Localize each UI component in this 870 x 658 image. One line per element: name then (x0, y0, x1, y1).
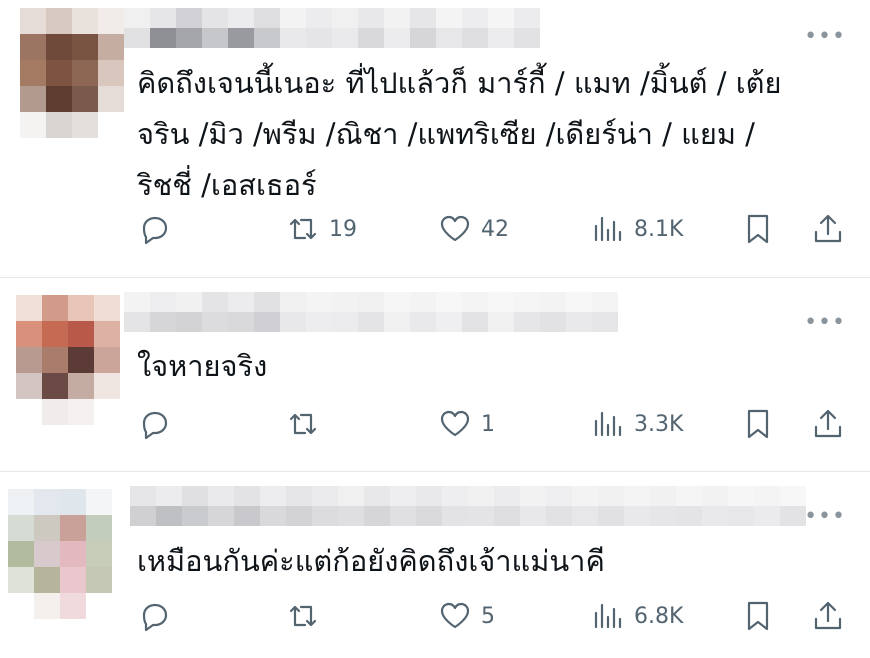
retweet-count: 19 (329, 216, 357, 242)
reply-icon (142, 411, 168, 440)
like-button[interactable]: 5 (437, 596, 495, 636)
heart-icon (440, 410, 470, 437)
share-button[interactable] (810, 596, 846, 636)
reply-tweet-2[interactable]: ••• ใจหายจริง 1 3.3K (0, 278, 870, 471)
bookmark-button[interactable] (740, 596, 776, 636)
reply-tweet-3[interactable]: ••• เหมือนกันค่ะแต่ก้อยังคิดถึงเจ้าแม่นา… (0, 472, 870, 658)
reply-button[interactable] (137, 404, 173, 444)
retweet-icon (289, 413, 317, 435)
views-button[interactable]: 3.3K (590, 404, 683, 444)
author-name-blurred[interactable] (124, 8, 540, 48)
like-count: 1 (481, 411, 495, 437)
heart-icon (440, 602, 470, 629)
reply-text-line: ใจหายจริง (137, 349, 268, 383)
views-button[interactable]: 6.8K (590, 596, 683, 636)
more-options-icon[interactable]: ••• (804, 506, 846, 528)
retweet-icon (289, 605, 317, 627)
views-count: 8.1K (634, 216, 684, 242)
avatar[interactable] (20, 8, 124, 138)
share-button[interactable] (810, 404, 846, 444)
like-count: 42 (481, 216, 509, 242)
author-name-blurred[interactable] (130, 486, 806, 526)
reply-icon (142, 603, 168, 632)
share-icon (814, 214, 842, 243)
retweet-button[interactable]: 19 (285, 209, 357, 249)
bookmark-icon (747, 409, 769, 439)
reply-button[interactable] (137, 596, 173, 636)
more-options-icon[interactable]: ••• (804, 312, 846, 334)
reply-text-line: จริน /มิว /พรีม /ณิชา /แพทริเซีย /เดียร์… (137, 117, 755, 151)
views-button[interactable]: 8.1K (590, 209, 683, 249)
reply-text: ใจหายจริง (137, 341, 267, 392)
share-icon (814, 601, 842, 630)
reply-tweet-1[interactable]: ••• คิดถึงเจนนี้เนอะ ที่ไปแล้วก็ มาร์กี้… (0, 0, 870, 277)
views-chart-icon (594, 216, 622, 242)
bookmark-icon (747, 214, 769, 244)
views-count: 3.3K (634, 411, 684, 437)
reply-text-line: เหมือนกันค่ะแต่ก้อยังคิดถึงเจ้าแม่นาคี (137, 544, 605, 578)
like-count: 5 (481, 603, 495, 629)
action-bar: 1 3.3K (0, 404, 870, 444)
retweet-button[interactable] (285, 596, 329, 636)
action-bar: 5 6.8K (0, 596, 870, 636)
reply-button[interactable] (137, 209, 173, 249)
views-count: 6.8K (634, 603, 684, 629)
reply-text: คิดถึงเจนนี้เนอะ ที่ไปแล้วก็ มาร์กี้ / แ… (137, 58, 781, 211)
retweet-icon (289, 218, 317, 240)
like-button[interactable]: 42 (437, 209, 509, 249)
more-options-icon[interactable]: ••• (804, 26, 846, 48)
heart-icon (440, 215, 470, 242)
reply-text: เหมือนกันค่ะแต่ก้อยังคิดถึงเจ้าแม่นาคี (137, 536, 605, 587)
share-button[interactable] (810, 209, 846, 249)
author-name-blurred[interactable] (124, 292, 618, 332)
bookmark-button[interactable] (740, 209, 776, 249)
like-button[interactable]: 1 (437, 404, 495, 444)
share-icon (814, 409, 842, 438)
bookmark-button[interactable] (740, 404, 776, 444)
reply-icon (142, 216, 168, 245)
action-bar: 19 42 8.1K (0, 209, 870, 249)
reply-text-line: ริชชี่ /เอสเธอร์ (137, 168, 317, 202)
views-chart-icon (594, 411, 622, 437)
bookmark-icon (747, 601, 769, 631)
reply-text-line: คิดถึงเจนนี้เนอะ ที่ไปแล้วก็ มาร์กี้ / แ… (137, 66, 782, 100)
views-chart-icon (594, 603, 622, 629)
retweet-button[interactable] (285, 404, 329, 444)
